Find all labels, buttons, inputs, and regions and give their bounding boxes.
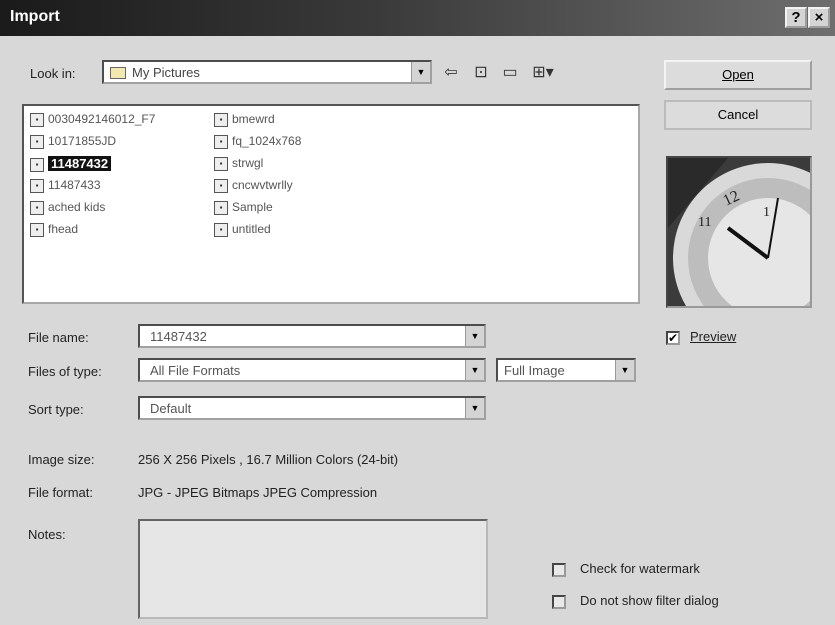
notes-label: Notes: bbox=[28, 527, 66, 542]
sort-type-label: Sort type: bbox=[28, 402, 84, 417]
file-name: 10171855JD bbox=[48, 134, 117, 148]
files-of-type-select[interactable]: All File Formats ▼ bbox=[138, 358, 486, 382]
sort-type-select[interactable]: Default ▼ bbox=[138, 396, 486, 420]
list-item[interactable]: ▪ 0030492146012_F7 bbox=[30, 112, 155, 130]
chevron-down-icon: ▼ bbox=[465, 360, 484, 380]
open-button-label: Open bbox=[722, 67, 754, 82]
window-title: Import bbox=[10, 8, 60, 25]
list-item-selected[interactable]: ▪ 11487432 bbox=[30, 156, 112, 174]
file-name-value: 11487432 bbox=[150, 329, 207, 344]
file-name: 0030492146012_F7 bbox=[48, 112, 156, 126]
file-name: cncwvtwrlly bbox=[232, 178, 293, 192]
close-button[interactable]: × bbox=[808, 7, 830, 28]
back-icon[interactable]: ⇦ bbox=[440, 64, 462, 82]
file-format-value: JPG - JPEG Bitmaps JPEG Compression bbox=[138, 485, 378, 500]
chevron-down-icon: ▼ bbox=[465, 398, 484, 418]
chevron-down-icon: ▼ bbox=[411, 62, 430, 82]
image-size-value: 256 X 256 Pixels , 16.7 Million Colors (… bbox=[138, 452, 399, 467]
clock-image: 12 1 11 bbox=[668, 158, 810, 306]
image-file-icon: ▪ bbox=[30, 200, 44, 215]
cancel-button[interactable]: Cancel bbox=[664, 100, 812, 130]
title-bar[interactable] bbox=[0, 0, 835, 36]
list-item[interactable]: ▪ fhead bbox=[30, 222, 78, 240]
preview-label[interactable]: Preview bbox=[690, 329, 736, 344]
list-item[interactable]: ▪ fq_1024x768 bbox=[214, 134, 301, 152]
image-mode-value: Full Image bbox=[504, 363, 565, 378]
list-item[interactable]: ▪ strwgl bbox=[214, 156, 263, 174]
chevron-down-icon: ▼ bbox=[465, 326, 484, 346]
file-list[interactable]: ▪ 0030492146012_F7 ▪ 10171855JD ▪ 11487432 … bbox=[22, 104, 640, 304]
image-file-icon: ▪ bbox=[30, 222, 44, 237]
list-item[interactable]: ▪ 11487433 bbox=[30, 178, 101, 196]
look-in-select[interactable]: My Pictures ▼ bbox=[102, 60, 432, 84]
no-filter-dialog-checkbox[interactable] bbox=[552, 595, 566, 609]
open-button[interactable]: Open bbox=[664, 60, 812, 90]
file-name: bmewrd bbox=[232, 112, 275, 126]
image-size-label: Image size: bbox=[28, 452, 95, 467]
image-file-icon: ▪ bbox=[214, 222, 228, 237]
file-name: strwgl bbox=[232, 156, 264, 170]
file-name: 11487432 bbox=[48, 156, 112, 171]
help-button[interactable]: ? bbox=[785, 7, 807, 28]
cancel-button-label: Cancel bbox=[717, 107, 759, 122]
list-item[interactable]: ▪ 10171855JD bbox=[30, 134, 116, 152]
notes-box bbox=[138, 519, 488, 619]
image-file-icon: ▪ bbox=[214, 200, 228, 215]
list-item[interactable]: ▪ cncwvtwrlly bbox=[214, 178, 293, 196]
list-item[interactable]: ▪ Sample bbox=[214, 200, 273, 218]
image-file-icon: ▪ bbox=[30, 157, 44, 172]
files-of-type-value: All File Formats bbox=[150, 363, 241, 378]
sort-type-value: Default bbox=[150, 401, 192, 416]
look-in-value: My Pictures bbox=[132, 65, 200, 80]
new-folder-icon[interactable]: ▭ bbox=[498, 64, 522, 82]
image-file-icon: ▪ bbox=[214, 112, 228, 127]
view-menu-icon[interactable]: ⊞▾ bbox=[528, 64, 558, 82]
look-in-label: Look in: bbox=[30, 66, 76, 81]
list-item[interactable]: ▪ bmewrd bbox=[214, 112, 275, 130]
image-mode-select[interactable]: Full Image ▼ bbox=[496, 358, 636, 382]
svg-text:1: 1 bbox=[763, 205, 770, 220]
files-of-type-label: Files of type: bbox=[28, 364, 102, 379]
preview-image: 12 1 11 bbox=[666, 156, 812, 308]
image-file-icon: ▪ bbox=[214, 134, 228, 149]
file-name: untitled bbox=[232, 222, 271, 236]
list-item[interactable]: ▪ untitled bbox=[214, 222, 271, 240]
file-name: Sample bbox=[232, 200, 273, 214]
chevron-down-icon: ▼ bbox=[615, 360, 634, 380]
image-file-icon: ▪ bbox=[30, 178, 44, 193]
file-name: ached kids bbox=[48, 200, 106, 214]
file-name-input[interactable]: 11487432 ▼ bbox=[138, 324, 486, 348]
image-file-icon: ▪ bbox=[214, 178, 228, 193]
preview-checkbox[interactable]: ✔ bbox=[666, 331, 680, 345]
file-name: 11487433 bbox=[48, 178, 101, 192]
check-watermark-checkbox[interactable] bbox=[552, 563, 566, 577]
list-item[interactable]: ▪ ached kids bbox=[30, 200, 105, 218]
up-folder-icon[interactable]: ⊡ bbox=[470, 64, 492, 82]
file-name-label: File name: bbox=[28, 330, 89, 345]
file-name: fq_1024x768 bbox=[232, 134, 302, 148]
file-name: fhead bbox=[48, 222, 79, 236]
folder-icon bbox=[110, 67, 126, 79]
image-file-icon: ▪ bbox=[30, 112, 44, 127]
image-file-icon: ▪ bbox=[30, 134, 44, 149]
svg-text:11: 11 bbox=[698, 215, 711, 230]
file-format-label: File format: bbox=[28, 485, 94, 500]
no-filter-dialog-label[interactable]: Do not show filter dialog bbox=[580, 593, 719, 608]
image-file-icon: ▪ bbox=[214, 156, 228, 171]
check-watermark-label[interactable]: Check for watermark bbox=[580, 561, 700, 576]
